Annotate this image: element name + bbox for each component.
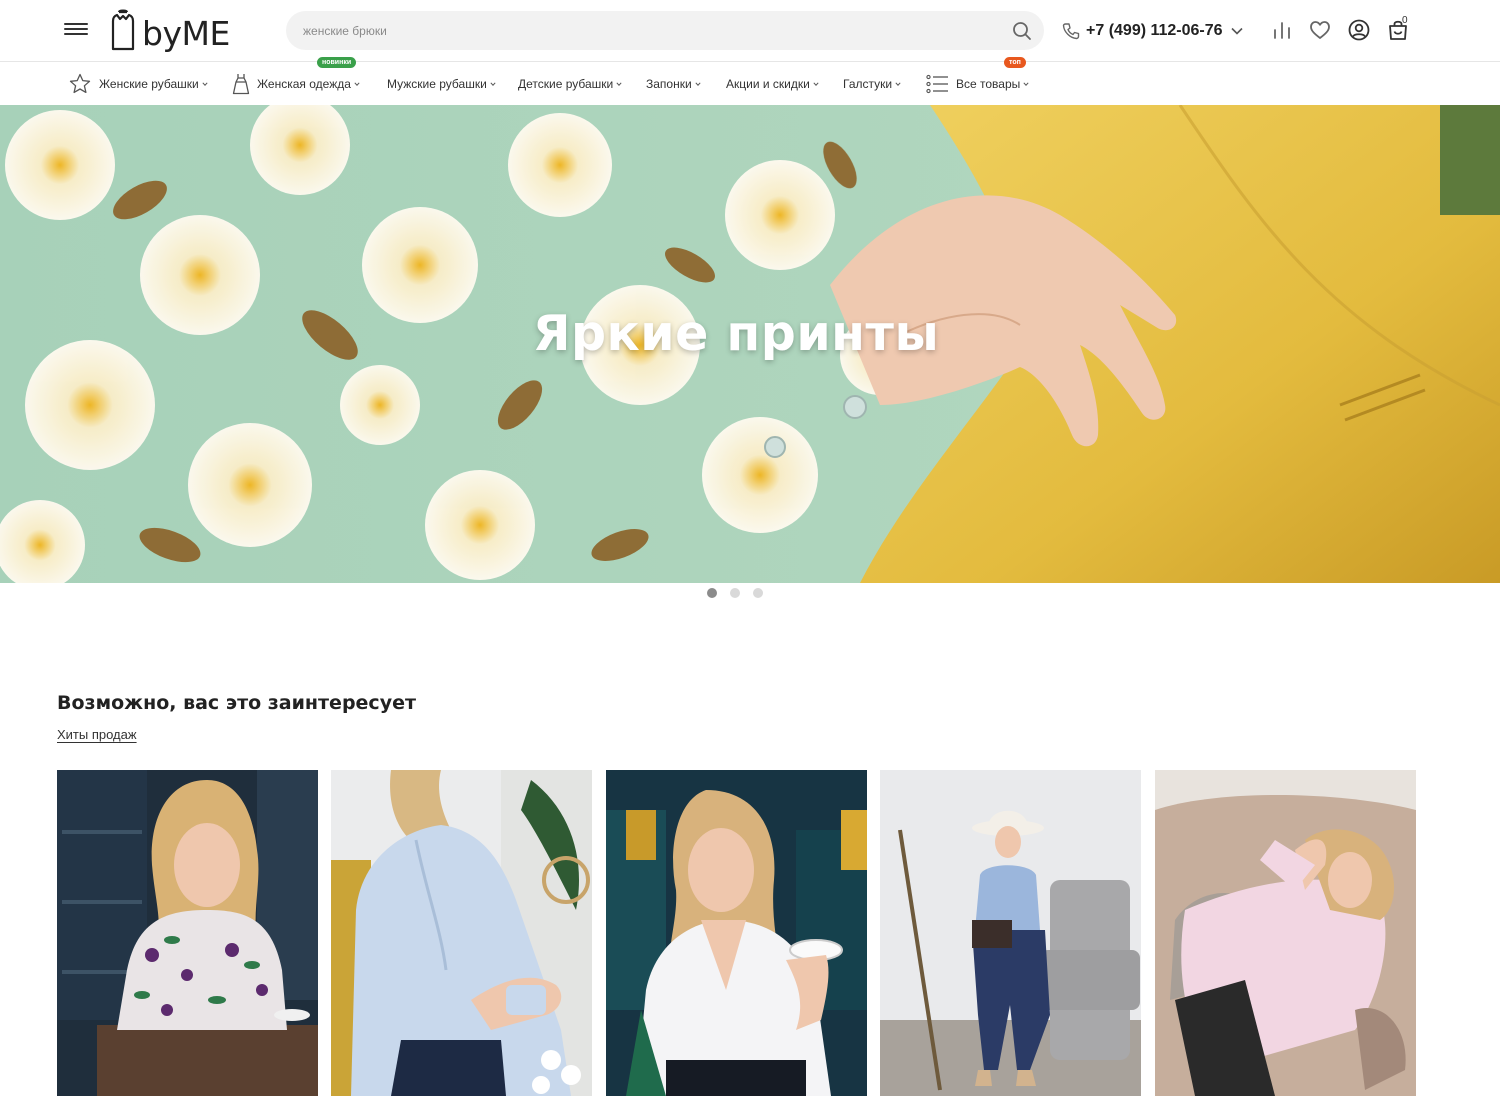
menu-item-all-products[interactable]: Все товары: [926, 73, 1029, 95]
logo-text: byME: [142, 13, 230, 53]
slider-dots: [707, 588, 776, 598]
dress-icon: [232, 74, 250, 95]
product-grid: [57, 770, 1417, 1096]
product-card[interactable]: [331, 770, 592, 1096]
shirt-logo-icon: [111, 9, 135, 51]
product-image: [331, 770, 592, 1096]
chevron-down-icon: [616, 82, 622, 86]
phone-number[interactable]: +7 (499) 112-06-76: [1086, 22, 1223, 40]
product-card[interactable]: [57, 770, 318, 1096]
menu-item-label: Мужские рубашки: [387, 77, 487, 91]
phone-dropdown[interactable]: +7 (499) 112-06-76: [1062, 19, 1243, 43]
site-header: byME +7 (499) 112-06-76 0: [0, 0, 1500, 62]
search-icon[interactable]: [1012, 21, 1032, 41]
menu-item-sales[interactable]: Акции и скидки: [726, 73, 819, 95]
menu-item-kids-shirts[interactable]: Детские рубашки: [518, 73, 622, 95]
logo[interactable]: byME: [108, 8, 230, 54]
menu-item-label: Акции и скидки: [726, 77, 810, 91]
chevron-down-icon: [1230, 27, 1243, 35]
search-input[interactable]: [303, 11, 993, 50]
product-card[interactable]: [606, 770, 867, 1096]
chevron-down-icon: [895, 82, 901, 86]
menu-item-ties[interactable]: Галстуки: [843, 73, 901, 95]
slider-dot-3[interactable]: [753, 588, 763, 598]
product-image: [880, 770, 1141, 1096]
menu-item-label: Женские рубашки: [99, 77, 199, 91]
new-badge: новинки: [317, 57, 357, 68]
star-badge-icon: [69, 73, 91, 94]
chevron-down-icon: [813, 82, 819, 86]
menu-item-womens-clothing[interactable]: Женская одежда: [232, 73, 360, 95]
heart-icon[interactable]: [1308, 18, 1332, 42]
product-image: [1155, 770, 1416, 1096]
search-bar: [286, 11, 1044, 50]
product-card[interactable]: [880, 770, 1141, 1096]
slider-dot-2[interactable]: [730, 588, 740, 598]
menu-item-label: Детские рубашки: [518, 77, 614, 91]
chevron-down-icon: [490, 82, 496, 86]
bestsellers-link[interactable]: Хиты продаж: [57, 727, 137, 742]
menu-item-label: Все товары: [956, 77, 1021, 91]
menu-item-label: Галстуки: [843, 77, 893, 91]
menu-item-womens-shirts[interactable]: Женские рубашки: [68, 73, 208, 95]
user-icon[interactable]: [1347, 18, 1371, 42]
product-image: [57, 770, 318, 1096]
menu-item-label: Женская одежда: [257, 77, 351, 91]
cart-count-badge: 0: [1402, 15, 1408, 26]
product-card[interactable]: [1155, 770, 1416, 1096]
menu-burger-icon[interactable]: [64, 19, 88, 41]
chevron-down-icon: [695, 82, 701, 86]
hero-title: Яркие принты: [532, 305, 940, 362]
phone-icon: [1062, 23, 1080, 40]
chevron-down-icon: [354, 82, 360, 86]
menu-item-mens-shirts[interactable]: Мужские рубашки: [387, 73, 496, 95]
product-image: [606, 770, 867, 1096]
top-badge: топ: [1004, 57, 1026, 68]
hero-slider[interactable]: Яркие принты: [0, 105, 1500, 583]
menu-item-cufflinks[interactable]: Запонки: [646, 73, 701, 95]
chevron-down-icon: [202, 82, 208, 86]
compare-icon[interactable]: [1270, 18, 1294, 42]
section-title: Возможно, вас это заинтересует: [57, 692, 416, 714]
menu-item-label: Запонки: [646, 77, 692, 91]
chevron-down-icon: [1023, 82, 1029, 86]
list-icon: [926, 74, 948, 94]
category-menu: Женские рубашки Женская одежда новинки М…: [0, 57, 1500, 105]
slider-dot-1[interactable]: [707, 588, 717, 598]
